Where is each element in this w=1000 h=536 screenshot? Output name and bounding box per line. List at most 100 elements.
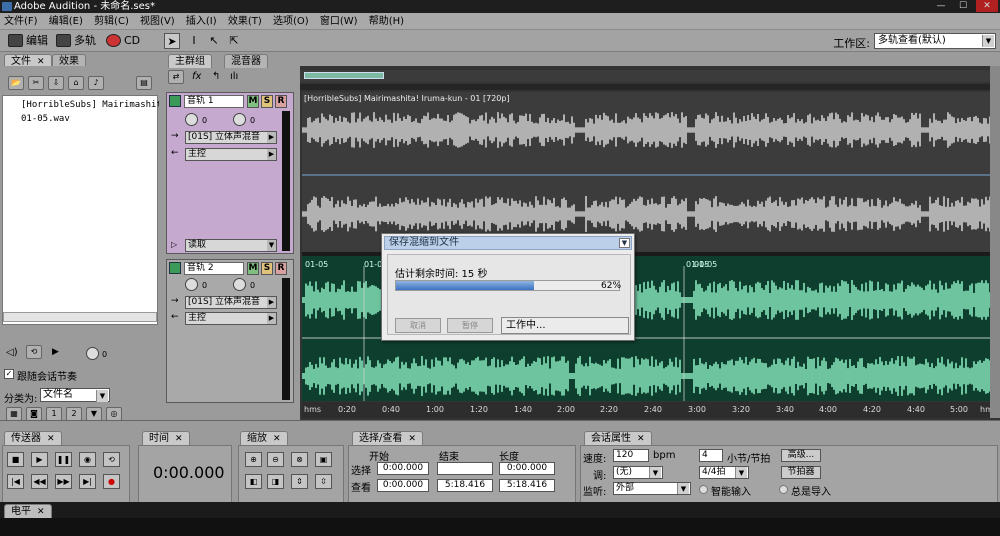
file-volume-knob[interactable] <box>86 347 99 360</box>
expand-icon[interactable]: ▷ <box>171 240 177 249</box>
track-1-lane[interactable]: [HorribleSubs] Mairimashita! Iruma-kun -… <box>302 92 996 252</box>
close-button[interactable]: ✕ <box>976 0 998 12</box>
tab-zoom[interactable]: 缩放 ✕ <box>240 431 288 445</box>
menu-edit[interactable]: 编辑(E) <box>49 13 83 30</box>
track-2-record-button[interactable]: R <box>275 262 287 275</box>
cd-small-icon[interactable]: ◎ <box>106 407 122 421</box>
save-icon[interactable]: ◙ <box>26 407 42 421</box>
mono-icon[interactable]: 1 <box>46 407 62 421</box>
cancel-button[interactable]: 取消 <box>395 318 441 333</box>
track-2-mute-button[interactable]: M <box>247 262 259 275</box>
zoom-in-horizontal-icon[interactable]: ⊕ <box>245 452 262 467</box>
close-file-icon[interactable]: ✂ <box>28 76 44 90</box>
list-item[interactable]: [HorribleSubs] Mairimashit <box>21 100 159 112</box>
track-1-name[interactable]: 音轨 1 <box>184 95 244 108</box>
loop-icon[interactable]: ⟲ <box>26 345 42 359</box>
zoom-out-vertical-icon[interactable]: ⇳ <box>315 474 332 489</box>
zoom-selection-icon[interactable]: ▣ <box>315 452 332 467</box>
play-icon[interactable]: ▶ <box>52 347 59 357</box>
cd-view-button[interactable]: CD <box>106 33 140 49</box>
beats-field[interactable]: 4 <box>699 449 723 462</box>
zoom-left-edge-icon[interactable]: ◧ <box>245 474 262 489</box>
track-2-input-select[interactable]: [01S] 立体声混音 ▶ <box>185 296 277 309</box>
play-from-cursor-button[interactable]: ◉ <box>79 452 96 467</box>
smart-input-radio[interactable] <box>699 485 708 494</box>
file-list-scrollbar[interactable] <box>3 312 157 322</box>
track-1-input-select[interactable]: [01S] 立体声混音 ▶ <box>185 131 277 144</box>
view-end-field[interactable]: 5:18.416 <box>437 479 493 492</box>
play-button[interactable]: ▶ <box>31 452 48 467</box>
close-icon[interactable]: ✕ <box>637 434 645 444</box>
filter-icon[interactable]: ▼ <box>86 407 102 421</box>
view-start-field[interactable]: 0:00.000 <box>377 479 429 492</box>
rewind-button[interactable]: ◀◀ <box>31 474 48 489</box>
fast-forward-button[interactable]: ▶▶ <box>55 474 72 489</box>
insert-multitrack-icon[interactable]: ⌂ <box>68 76 84 90</box>
always-input-radio[interactable] <box>779 485 788 494</box>
go-start-button[interactable]: |◀ <box>7 474 24 489</box>
tab-session-properties[interactable]: 会话属性 ✕ <box>584 431 652 445</box>
record-button[interactable]: ● <box>103 474 120 489</box>
close-icon[interactable]: ✕ <box>47 434 55 444</box>
track-2-volume-knob[interactable] <box>185 278 198 291</box>
zoom-out-horizontal-icon[interactable]: ⊖ <box>267 452 284 467</box>
maximize-button[interactable]: ☐ <box>952 0 974 12</box>
pause-button[interactable]: 暂停 <box>447 318 493 333</box>
key-select[interactable]: (无) ▼ <box>613 466 663 479</box>
list-item[interactable]: 01-05.wav <box>21 114 159 126</box>
pause-transport-button[interactable]: ❚❚ <box>55 452 72 467</box>
track-1-mute-button[interactable]: M <box>247 95 259 108</box>
monitor-select[interactable]: 外部 ▼ <box>613 482 691 495</box>
volume-icon[interactable]: ◁) <box>6 347 18 358</box>
edit-file-icon[interactable]: ⇩ <box>48 76 64 90</box>
selection-length-field[interactable]: 0:00.000 <box>499 462 555 475</box>
track-2-solo-button[interactable]: S <box>261 262 273 275</box>
tab-selection[interactable]: 选择/查看 ✕ <box>352 431 423 445</box>
track-1-header[interactable]: 音轨 1 M S R 0 0 → [01S] 立体声混音 ▶ ← 主控 ▶ ▷ 读取… <box>166 92 294 254</box>
menu-clip[interactable]: 剪辑(C) <box>94 13 129 30</box>
overview-thumb[interactable] <box>304 72 384 79</box>
menu-options[interactable]: 选项(O) <box>273 13 309 30</box>
selection-end-field[interactable] <box>437 462 493 475</box>
import-file-icon[interactable]: 📂 <box>8 76 24 90</box>
chevron-down-icon[interactable]: ▼ <box>619 238 630 248</box>
track-1-solo-button[interactable]: S <box>261 95 273 108</box>
view-length-field[interactable]: 5:18.416 <box>499 479 555 492</box>
menu-window[interactable]: 窗口(W) <box>320 13 358 30</box>
edit-view-button[interactable]: 编辑 <box>8 33 48 49</box>
minimize-button[interactable]: — <box>930 0 952 12</box>
menu-effects[interactable]: 效果(T) <box>228 13 262 30</box>
track-1-pan-knob[interactable] <box>233 113 246 126</box>
scrub-tool-icon[interactable]: ⇱ <box>226 33 242 49</box>
follow-tempo-checkbox[interactable]: ✓ <box>4 369 14 379</box>
track-1-record-button[interactable]: R <box>275 95 287 108</box>
time-signature-select[interactable]: 4/4拍 ▼ <box>699 466 749 479</box>
menu-file[interactable]: 文件(F) <box>4 13 38 30</box>
stop-button[interactable]: ■ <box>7 452 24 467</box>
track-2-name[interactable]: 音轨 2 <box>184 262 244 275</box>
show-options-icon[interactable]: ▤ <box>136 76 152 90</box>
hybrid-tool-icon[interactable]: ↖ <box>206 33 222 49</box>
track-2-header[interactable]: 音轨 2 M S R 0 0 → [01S] 立体声混音 ▶ ← 主控 ▶ <box>166 259 294 403</box>
close-icon[interactable]: ✕ <box>273 434 281 444</box>
move-tool-icon[interactable]: ➤ <box>164 33 180 49</box>
advanced-button[interactable]: 高级... <box>781 449 821 462</box>
track-1-volume-knob[interactable] <box>185 113 198 126</box>
stereo-icon[interactable]: 2 <box>66 407 82 421</box>
menu-insert[interactable]: 插入(I) <box>186 13 217 30</box>
selection-start-field[interactable]: 0:00.000 <box>377 462 429 475</box>
loop-button[interactable]: ⟲ <box>103 452 120 467</box>
zoom-in-vertical-icon[interactable]: ⇕ <box>291 474 308 489</box>
tab-time[interactable]: 时间 ✕ <box>142 431 190 445</box>
list-view-icon[interactable]: ▦ <box>6 407 22 421</box>
close-icon[interactable]: ✕ <box>408 434 416 444</box>
tab-level[interactable]: 电平 ✕ <box>4 504 52 518</box>
vertical-scrollbar[interactable] <box>990 66 1000 418</box>
insert-cd-icon[interactable]: ♪ <box>88 76 104 90</box>
sort-select[interactable]: 文件名 ▼ <box>40 388 110 402</box>
tab-transport[interactable]: 传送器 ✕ <box>4 431 62 445</box>
tempo-field[interactable]: 120 <box>613 449 649 462</box>
metronome-button[interactable]: 节拍器 <box>781 466 821 479</box>
track-1-output-select[interactable]: 主控 ▶ <box>185 148 277 161</box>
overview-bar[interactable] <box>300 70 995 82</box>
